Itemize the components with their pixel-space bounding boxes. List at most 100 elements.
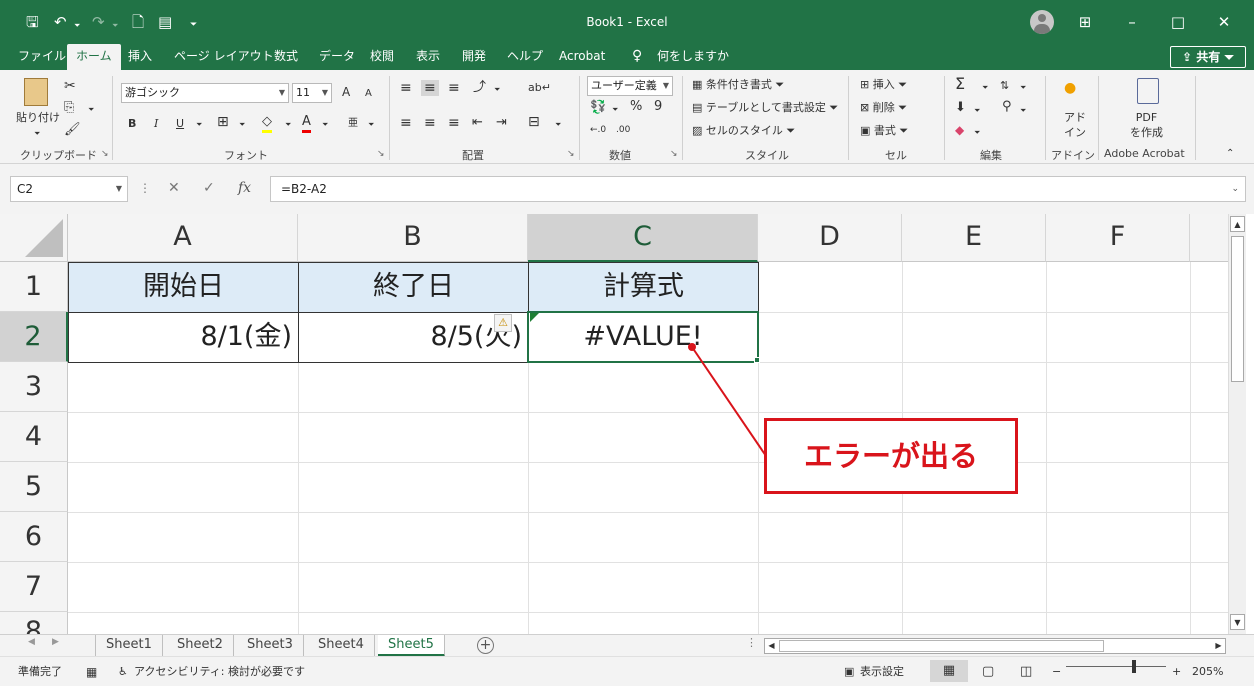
name-box[interactable]: C2 ▼: [10, 176, 128, 202]
autosum-button[interactable]: Σ: [955, 76, 965, 92]
vertical-scroll-thumb[interactable]: [1231, 236, 1244, 382]
align-center-icon[interactable]: ≡: [424, 115, 436, 131]
orientation-dropdown-icon[interactable]: ⏷: [494, 82, 500, 98]
pdf-icon[interactable]: [1137, 78, 1159, 104]
format-as-table-button[interactable]: ▤ テーブルとして書式設定 ⏷: [692, 100, 838, 116]
tab-acrobat[interactable]: Acrobat: [559, 44, 605, 70]
insert-cells-button[interactable]: ⊞ 挿入 ⏷: [860, 77, 907, 93]
increase-decimal-button[interactable]: ←.0: [590, 122, 606, 138]
number-launcher-icon[interactable]: ↘: [670, 149, 678, 159]
orientation-icon[interactable]: ⤴: [473, 80, 486, 96]
sort-filter-icon[interactable]: ⇅: [1000, 78, 1009, 94]
decrease-decimal-button[interactable]: .00: [616, 122, 630, 138]
row-header-4[interactable]: 4: [0, 412, 68, 462]
cut-icon[interactable]: ✂: [64, 78, 76, 94]
fill-icon[interactable]: ⬇: [955, 100, 966, 116]
accessibility-icon[interactable]: ♿: [118, 664, 128, 680]
macro-record-icon[interactable]: ▦: [86, 664, 97, 680]
tab-developer[interactable]: 開発: [462, 44, 486, 70]
horizontal-scroll-thumb[interactable]: [779, 640, 1104, 652]
grow-font-button[interactable]: A: [342, 84, 350, 100]
phonetic-dropdown-icon[interactable]: ⏷: [368, 117, 374, 133]
select-all-button[interactable]: [0, 214, 68, 262]
clear-dropdown-icon[interactable]: ⏷: [974, 125, 980, 141]
enter-icon[interactable]: ✓: [203, 179, 215, 197]
find-select-icon[interactable]: ⚲: [1002, 99, 1012, 115]
row-header-2[interactable]: 2: [0, 312, 68, 362]
sheet-tab-2[interactable]: Sheet2: [167, 635, 234, 657]
expand-formula-bar-icon[interactable]: ⌄: [1231, 177, 1239, 201]
align-right-icon[interactable]: ≡: [448, 115, 460, 131]
zoom-slider-track[interactable]: [1066, 666, 1166, 667]
sheet-tab-1[interactable]: Sheet1: [96, 635, 163, 657]
formula-input[interactable]: =B2-A2 ⌄: [270, 176, 1246, 202]
currency-dropdown-icon[interactable]: ⏷: [612, 102, 618, 118]
underline-dropdown-icon[interactable]: ⏷: [196, 117, 202, 133]
decrease-indent-icon[interactable]: ⇤: [472, 115, 483, 131]
cell-a2[interactable]: 8/1(金): [68, 312, 299, 363]
column-header-a[interactable]: A: [68, 214, 298, 262]
clipboard-launcher-icon[interactable]: ↘: [101, 149, 109, 159]
format-cells-button[interactable]: ▣ 書式 ⏷: [860, 123, 908, 139]
ribbon-display-icon[interactable]: ⊞: [1073, 11, 1097, 33]
tab-formulas[interactable]: 数式: [274, 44, 298, 70]
tab-page-layout[interactable]: ページ レイアウト: [174, 44, 274, 70]
horizontal-scrollbar[interactable]: ◀ ▶: [764, 638, 1226, 654]
normal-view-icon[interactable]: ▦: [930, 660, 968, 682]
insert-function-button[interactable]: fx: [238, 179, 251, 197]
sort-filter-dropdown-icon[interactable]: ⏷: [1020, 80, 1026, 96]
addins-button[interactable]: アド イン: [1064, 110, 1086, 140]
increase-indent-icon[interactable]: ⇥: [496, 115, 507, 131]
prev-sheet-icon[interactable]: ◀: [28, 637, 35, 647]
column-header-g[interactable]: [1190, 214, 1230, 262]
comma-button[interactable]: 9: [654, 99, 662, 115]
phonetic-button[interactable]: 亜: [348, 116, 358, 132]
page-break-view-icon[interactable]: ◫: [1020, 664, 1032, 680]
close-button[interactable]: ✕: [1212, 11, 1236, 33]
conditional-format-button[interactable]: ▦ 条件付き書式 ⏷: [692, 77, 784, 93]
restore-button[interactable]: □: [1166, 11, 1190, 33]
row-header-8[interactable]: 8: [0, 612, 68, 634]
percent-button[interactable]: %: [630, 99, 642, 115]
minimize-button[interactable]: –: [1120, 11, 1144, 33]
display-settings-button[interactable]: 表示設定: [860, 664, 904, 680]
underline-button[interactable]: U: [176, 116, 184, 132]
font-color-dropdown-icon[interactable]: ⏷: [322, 117, 328, 133]
tab-help[interactable]: ヘルプ: [507, 44, 543, 70]
fill-dropdown-icon[interactable]: ⏷: [974, 103, 980, 119]
wrap-text-icon[interactable]: ab↵: [528, 80, 551, 96]
zoom-level[interactable]: 205%: [1192, 664, 1223, 680]
paste-icon[interactable]: [24, 78, 48, 106]
tab-split-handle-icon[interactable]: ⋮: [746, 636, 757, 649]
column-header-c[interactable]: C: [528, 214, 758, 262]
font-name-select[interactable]: 游ゴシック ▼: [121, 83, 289, 103]
column-header-b[interactable]: B: [298, 214, 528, 262]
zoom-slider-thumb[interactable]: [1132, 660, 1136, 673]
accessibility-status[interactable]: アクセシビリティ: 検討が必要です: [134, 664, 305, 680]
bold-button[interactable]: B: [128, 116, 136, 132]
italic-button[interactable]: I: [154, 116, 158, 132]
zoom-out-button[interactable]: −: [1052, 664, 1061, 680]
delete-cells-button[interactable]: ⊠ 削除 ⏷: [860, 100, 907, 116]
align-top-icon[interactable]: ≡: [400, 80, 412, 96]
vertical-scrollbar[interactable]: ▲ ▼: [1228, 214, 1246, 634]
share-button[interactable]: ⇪ 共有 ⏷: [1170, 46, 1246, 68]
error-warning-icon[interactable]: ⚠: [494, 314, 512, 332]
tab-view[interactable]: 表示: [416, 44, 440, 70]
fill-color-icon[interactable]: ◇: [262, 114, 272, 133]
sheet-tab-3[interactable]: Sheet3: [237, 635, 304, 657]
next-sheet-icon[interactable]: ▶: [52, 637, 59, 647]
add-sheet-button[interactable]: +: [477, 637, 494, 654]
clear-icon[interactable]: ◆: [955, 122, 964, 138]
paste-dropdown-icon[interactable]: ⏷: [34, 126, 40, 142]
format-painter-icon[interactable]: 🖌: [64, 122, 81, 138]
addins-icon[interactable]: ●: [1064, 80, 1076, 96]
shrink-font-button[interactable]: A: [365, 86, 372, 102]
copy-icon[interactable]: ⎘: [64, 100, 74, 116]
scroll-down-icon[interactable]: ▼: [1230, 614, 1245, 630]
row-header-3[interactable]: 3: [0, 362, 68, 412]
row-header-6[interactable]: 6: [0, 512, 68, 562]
zoom-in-button[interactable]: +: [1172, 664, 1181, 680]
display-settings-icon[interactable]: ▣: [844, 664, 854, 680]
align-middle-icon[interactable]: ≡: [421, 80, 439, 96]
